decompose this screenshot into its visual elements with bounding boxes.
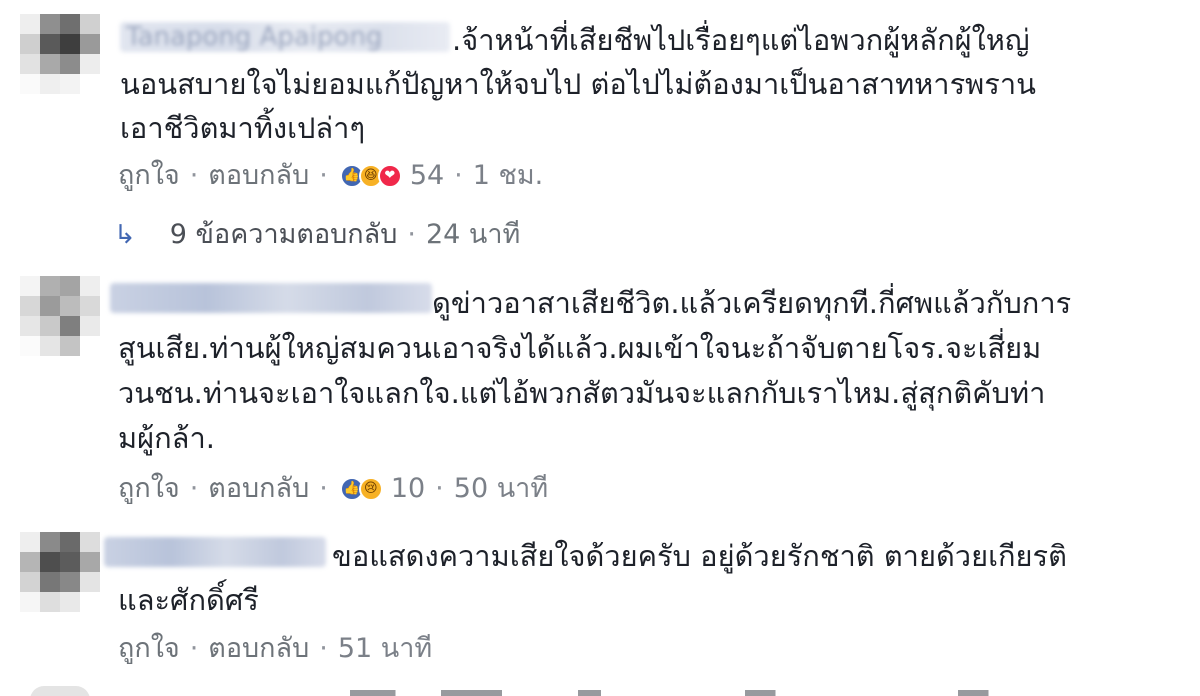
comment-text-line: ขอแสดงความเสียใจด้วยครับ อยู่ด้วยรักชาติ… xyxy=(332,539,1067,573)
avatar[interactable] xyxy=(20,532,100,612)
comment-text-line xyxy=(350,690,1110,696)
comment-text-line: เอาชีวิตมาทิ้งเปล่าๆ xyxy=(120,111,366,145)
comment-text-line: วนชน.ท่านจะเอาใจแลกใจ.แต่ไอ้พวกสัตวมันจะ… xyxy=(118,376,1046,410)
commenter-name[interactable] xyxy=(104,537,326,567)
next-comment-partial xyxy=(0,684,1200,696)
separator-dot: · xyxy=(319,633,328,664)
separator-dot: · xyxy=(454,160,463,191)
comment-time[interactable]: 50 นาที xyxy=(454,472,548,506)
comment-text-line: นอนสบายใจไม่ยอมแก้ปัญหาให้จบไป ต่อไปไม่ต… xyxy=(120,67,1036,101)
comment-text-line: มผู้กล้า. xyxy=(118,421,215,455)
separator-dot: · xyxy=(189,473,199,504)
separator-dot: · xyxy=(319,160,328,191)
comment-time[interactable]: 51 นาที xyxy=(338,632,432,666)
comment-text-line: สูนเสีย.ท่านผู้ใหญ่สมควนเอาจริงได้แล้ว.ผ… xyxy=(118,331,1042,365)
reactions-summary[interactable]: 👍 😢 xyxy=(339,477,383,501)
view-replies-link[interactable]: ↳ 9 ข้อความตอบกลับ · 24 นาที xyxy=(114,218,520,252)
reply-button[interactable]: ตอบกลับ xyxy=(208,632,309,666)
separator-dot: · xyxy=(189,633,199,664)
reply-button[interactable]: ตอบกลับ xyxy=(208,159,309,193)
comment-text-line: ดูข่าวอาสาเสียชีวิต.แล้วเครียดทุกที.กี่ศ… xyxy=(432,286,1072,320)
replies-count[interactable]: 9 ข้อความตอบกลับ xyxy=(170,218,398,252)
avatar xyxy=(30,686,90,696)
commenter-name[interactable]: Tanapong Apaipong xyxy=(120,22,450,52)
reaction-count[interactable]: 54 xyxy=(410,159,444,193)
comment-actions: ถูกใจ · ตอบกลับ · 👍 😢 10 · 50 นาที xyxy=(118,472,548,506)
reply-arrow-icon: ↳ xyxy=(114,220,136,250)
avatar[interactable] xyxy=(20,276,100,356)
like-button[interactable]: ถูกใจ xyxy=(118,632,180,666)
sad-icon: 😢 xyxy=(358,477,383,501)
comment-actions: ถูกใจ · ตอบกลับ · 51 นาที xyxy=(118,632,432,666)
replies-time: 24 นาที xyxy=(425,219,521,250)
reply-button[interactable]: ตอบกลับ xyxy=(208,472,309,506)
separator-dot: · xyxy=(407,219,416,250)
separator-dot: · xyxy=(319,473,328,504)
comment-text-line: และศักดิ์ศรี xyxy=(118,583,259,617)
separator-dot: · xyxy=(435,473,444,504)
reaction-count[interactable]: 10 xyxy=(391,472,425,506)
commenter-name[interactable] xyxy=(110,283,432,313)
like-button[interactable]: ถูกใจ xyxy=(118,472,180,506)
like-button[interactable]: ถูกใจ xyxy=(118,159,180,193)
reactions-summary[interactable]: 👍 😆 ❤ xyxy=(339,164,402,188)
separator-dot: · xyxy=(189,160,199,191)
comment-text-line: .จ้าหน้าที่เสียชีพไปเรื่อยๆแต่ไอพวกผู้หล… xyxy=(452,23,1030,57)
avatar[interactable] xyxy=(20,14,100,94)
comment-time[interactable]: 1 ชม. xyxy=(473,159,543,193)
comment-actions: ถูกใจ · ตอบกลับ · 👍 😆 ❤ 54 · 1 ชม. xyxy=(118,159,543,193)
love-icon: ❤ xyxy=(377,164,402,188)
